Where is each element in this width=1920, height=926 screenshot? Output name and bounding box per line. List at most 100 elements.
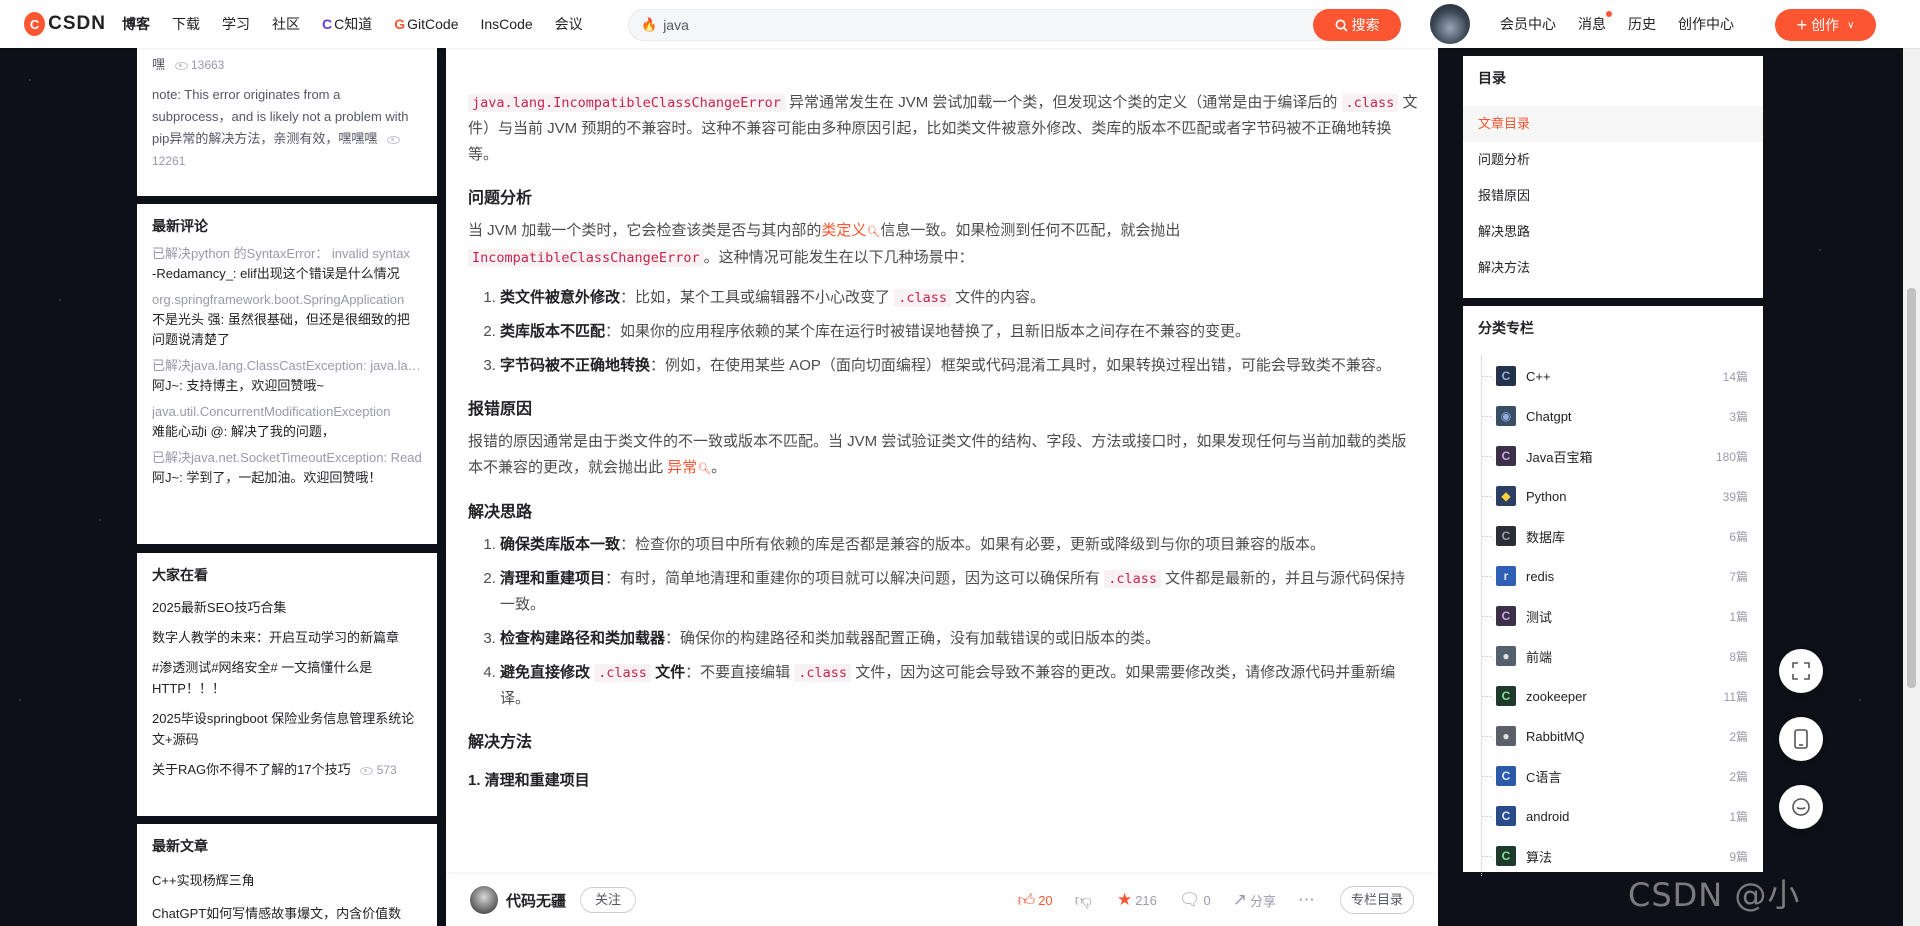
column-item[interactable]: r redis 7篇 <box>1463 556 1763 596</box>
comment-body: 不是光头 强: 虽然很基础，但还是很细致的把问题说清楚了 <box>152 312 410 347</box>
column-item[interactable]: Candroid 1篇 <box>1463 796 1763 836</box>
comment-article-title: 已解决java.lang.ClassCastException: java.la… <box>152 358 422 373</box>
toc-item[interactable]: 解决思路 <box>1463 214 1763 250</box>
hot-article-item[interactable]: 嘿 13663 <box>152 54 422 72</box>
vip-center-link[interactable]: 会员中心 <box>1500 14 1556 34</box>
watching-item[interactable]: #渗透测试#网络安全# 一文搞懂什么是HTTP！！！ <box>152 657 422 699</box>
toc-item[interactable]: 文章目录 <box>1463 106 1763 142</box>
text-span: 信息一致。如果检测到任何不匹配，就会抛出 <box>880 222 1181 239</box>
user-avatar[interactable] <box>1430 4 1470 44</box>
text-span: ：比如，某个工具或编辑器不小心改变了 <box>620 289 895 306</box>
nav-inscode[interactable]: InsCode <box>481 16 533 32</box>
favorite-button[interactable]: ★ 216 <box>1117 890 1157 910</box>
like-button[interactable]: 👍︎ 20 <box>1017 890 1052 911</box>
chat-assistant-button[interactable] <box>1779 785 1823 829</box>
nav-community[interactable]: 社区 <box>272 14 300 34</box>
column-item[interactable]: ◉ Chatgpt 3篇 <box>1463 396 1763 436</box>
column-count: 3篇 <box>1729 409 1748 424</box>
column-item[interactable]: ◆ Python 39篇 <box>1463 476 1763 516</box>
comment-item[interactable]: org.springframework.boot.SpringApplicati… <box>152 290 422 350</box>
comment-button[interactable]: 🗨︎ 0 <box>1179 890 1211 910</box>
column-name: C语言 <box>1526 769 1562 785</box>
star-icon: ★ <box>1116 890 1133 909</box>
latest-article-item[interactable]: C++实现杨辉三角 <box>152 870 422 891</box>
nav-meeting-label: 会议 <box>554 16 583 32</box>
search-button[interactable]: 搜索 <box>1313 9 1401 41</box>
history-link[interactable]: 历史 <box>1628 14 1656 34</box>
nav-meeting[interactable]: 会议 <box>555 14 583 34</box>
column-item[interactable]: C Java百宝箱 180篇 <box>1463 436 1763 476</box>
latest-article-item[interactable]: ChatGPT如何写情感故事爆文，内含价值数 <box>152 903 422 924</box>
hot-article-text: 嘿 <box>152 57 166 72</box>
scrollbar-thumb[interactable] <box>1907 288 1916 688</box>
c-zhidao-icon: C <box>322 16 333 32</box>
list-item: 清理和重建项目：有时，简单地清理和重建你的项目就可以解决问题，因为这可以确保所有… <box>500 566 1420 618</box>
dislike-button[interactable]: 👎︎ <box>1075 890 1095 911</box>
mobile-phone-icon <box>1794 729 1808 749</box>
nav-c-zhidao[interactable]: C C知道 <box>322 14 372 34</box>
nav-blog[interactable]: 博客 <box>122 14 150 34</box>
share-button[interactable]: ↗ 分享 <box>1233 890 1276 910</box>
messages-link[interactable]: 消息 <box>1578 11 1612 34</box>
column-item[interactable]: C C++ 14篇 <box>1463 356 1763 396</box>
watching-item[interactable]: 关于RAG你不得不了解的17个技巧 573 <box>152 759 422 781</box>
keyword-link[interactable]: 异常🔍︎ <box>667 459 711 476</box>
nav-download[interactable]: 下载 <box>172 14 200 34</box>
column-item[interactable]: ● RabbitMQ 2篇 <box>1463 716 1763 756</box>
csdn-logo[interactable]: C CSDN <box>24 12 106 36</box>
list-item-bold: 检查构建路径和类加载器 <box>500 630 666 647</box>
fullscreen-button[interactable] <box>1779 649 1823 693</box>
follow-button[interactable]: 关注 <box>580 887 637 913</box>
toc-item[interactable]: 解决方法 <box>1463 250 1763 286</box>
favorite-count: 216 <box>1135 892 1157 908</box>
thumbs-up-icon: 👍︎ <box>1017 890 1036 910</box>
hot-articles-card: 嘿 13663 note: This error originates from… <box>137 48 437 196</box>
hot-article-item[interactable]: note: This error originates from a subpr… <box>152 84 422 172</box>
list-item: 确保类库版本一致：检查你的项目中所有依赖的库是否都是兼容的版本。如果有必要，更新… <box>500 532 1420 558</box>
mobile-view-button[interactable] <box>1779 717 1823 761</box>
author-name[interactable]: 代码无疆 <box>506 890 566 911</box>
comment-item[interactable]: 已解决java.lang.ClassCastException: java.la… <box>152 356 422 396</box>
view-count: 573 <box>376 763 397 777</box>
column-item[interactable]: C 数据库 6篇 <box>1463 516 1763 556</box>
text-span: 。 <box>711 459 727 476</box>
comment-item[interactable]: 已解决java.net.SocketTimeoutException: Read… <box>152 448 422 488</box>
column-item[interactable]: Czookeeper 11篇 <box>1463 676 1763 716</box>
nav-learn[interactable]: 学习 <box>222 14 250 34</box>
more-button[interactable]: ⋯ <box>1298 890 1318 910</box>
comment-item[interactable]: 已解决python 的SyntaxError： invalid syntax -… <box>152 244 422 284</box>
keyword-link[interactable]: 类定义🔍︎ <box>821 222 880 239</box>
inline-code: IncompatibleClassChangeError <box>468 249 704 267</box>
watching-item[interactable]: 数字人教学的未来：开启互动学习的新篇章 <box>152 627 422 648</box>
article-body: java.lang.IncompatibleClassChangeError 异… <box>468 90 1420 794</box>
search-button-label: 搜索 <box>1351 17 1380 33</box>
main-nav: 博客 下载 学习 社区 C C知道 G GitCode InsCode 会议 <box>122 14 605 34</box>
column-toc-button[interactable]: 专栏目录 <box>1339 886 1414 914</box>
page-scrollbar[interactable] <box>1903 48 1920 926</box>
creator-center-link[interactable]: 创作中心 <box>1678 14 1734 34</box>
toc-item[interactable]: 报错原因 <box>1463 178 1763 214</box>
column-name: Chatgpt <box>1526 408 1572 424</box>
share-icon: ↗ <box>1232 890 1247 909</box>
column-item[interactable]: C 测试 1篇 <box>1463 596 1763 636</box>
list-item-bold: 文件 <box>650 664 686 681</box>
search-input[interactable] <box>663 17 1399 33</box>
eye-icon <box>360 766 374 775</box>
column-name: android <box>1526 808 1570 824</box>
column-count: 14篇 <box>1722 369 1748 384</box>
column-item[interactable]: ● 前端 8篇 <box>1463 636 1763 676</box>
view-count: 13663 <box>190 58 225 72</box>
create-button[interactable]: + 创作 ∨ <box>1775 9 1876 41</box>
list-item-bold: 避免直接修改 <box>500 664 595 681</box>
toc-item[interactable]: 问题分析 <box>1463 142 1763 178</box>
comment-item[interactable]: java.util.ConcurrentModificationExceptio… <box>152 402 422 442</box>
watching-item[interactable]: 2025毕设springboot 保险业务信息管理系统论文+源码 <box>152 708 422 750</box>
nav-gitcode[interactable]: G GitCode <box>394 16 458 32</box>
author-avatar[interactable] <box>470 886 498 914</box>
history-label: 历史 <box>1628 16 1656 32</box>
unread-dot <box>1606 11 1612 17</box>
watching-item[interactable]: 2025最新SEO技巧合集 <box>152 597 422 618</box>
column-thumbnail: C <box>1496 606 1516 626</box>
logo-text: CSDN <box>48 13 106 34</box>
column-item[interactable]: C C语言 2篇 <box>1463 756 1763 796</box>
